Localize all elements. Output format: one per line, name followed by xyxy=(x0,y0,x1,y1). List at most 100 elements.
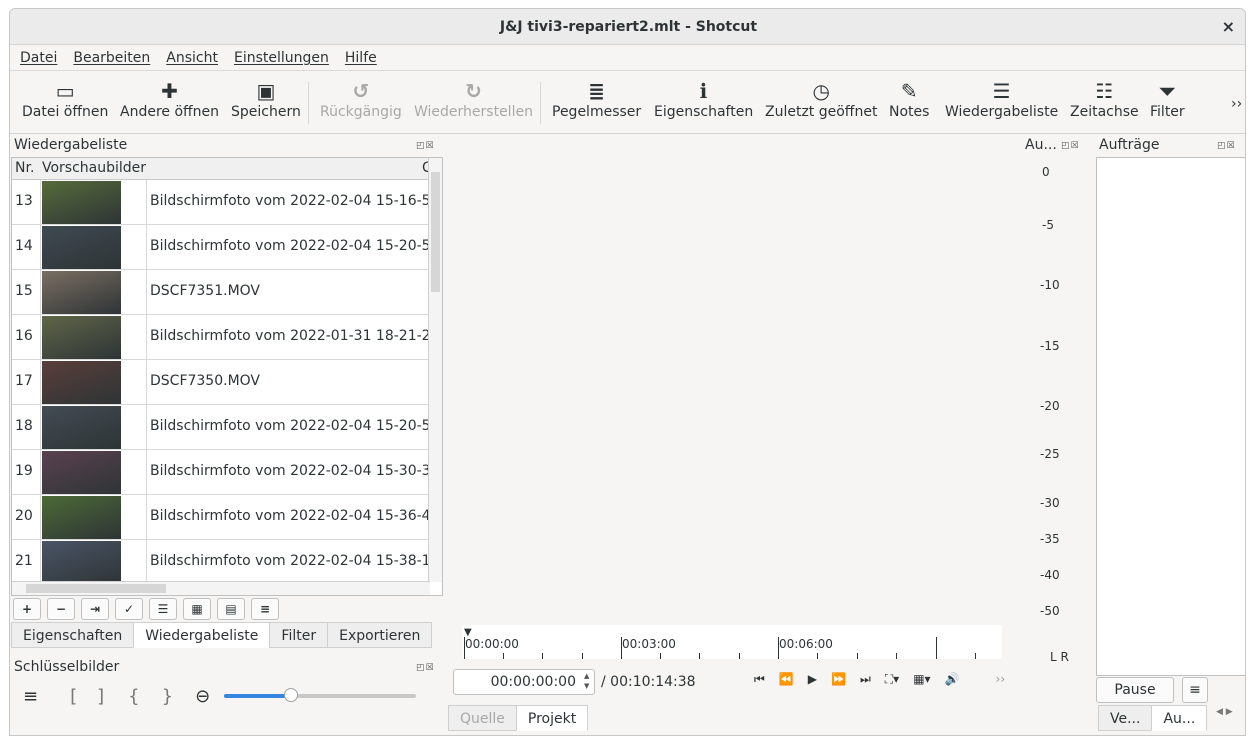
undo-button[interactable]: ↺ Rückgängig xyxy=(320,78,402,120)
transport-overflow-icon[interactable]: ›› xyxy=(996,672,1006,687)
tiles-view-icon[interactable]: ▦ xyxy=(183,598,211,620)
timecode-input[interactable]: 00:00:00:00 xyxy=(453,669,595,695)
tab-wiedergabeliste[interactable]: Wiedergabeliste xyxy=(133,622,270,648)
pause-button[interactable]: Pause xyxy=(1096,677,1174,703)
tab-exportieren[interactable]: Exportieren xyxy=(327,622,433,648)
column-divider xyxy=(40,315,41,360)
column-nr[interactable]: Nr. xyxy=(15,160,34,176)
properties-button[interactable]: ℹ Eigenschaften xyxy=(654,78,753,120)
menu-icon[interactable]: ≡ xyxy=(23,686,38,707)
rewind-icon[interactable]: ⏪ xyxy=(779,672,794,687)
check-icon[interactable]: ✓ xyxy=(115,598,143,620)
thumbnail xyxy=(42,226,121,269)
menu-datei[interactable]: Datei xyxy=(20,50,57,66)
thumbnail xyxy=(42,541,121,584)
table-row[interactable]: 19 Bildschirmfoto vom 2022-02-04 15-30-30 xyxy=(12,450,430,495)
menu-bearbeiten[interactable]: Bearbeiten xyxy=(73,50,150,66)
filter-button[interactable]: ⏷ Filter xyxy=(1150,78,1185,120)
playlist-button[interactable]: ☰ Wiedergabeliste xyxy=(945,78,1058,120)
zoom-slider-handle[interactable] xyxy=(284,688,299,702)
column-thumbnails[interactable]: Vorschaubilder xyxy=(42,160,146,176)
play-icon[interactable]: ▶ xyxy=(808,672,817,687)
scroll-thumb[interactable] xyxy=(431,172,440,292)
recent-label: Zuletzt geöffnet xyxy=(765,104,878,120)
dock-float-close-icon[interactable]: ◰☒ xyxy=(1217,141,1236,151)
keyframe-right-icon[interactable]: } xyxy=(162,686,173,707)
dock-float-close-icon[interactable]: ◰☒ xyxy=(416,141,435,151)
timeline-button[interactable]: ☷ Zeitachse xyxy=(1070,78,1139,120)
close-icon[interactable]: × xyxy=(1222,17,1235,36)
set-out-icon[interactable]: ] xyxy=(97,686,104,707)
timeline-ruler[interactable]: ▼ 00:00:00 00:03:00 00:06:00 xyxy=(462,625,1002,659)
column-divider xyxy=(146,495,147,540)
table-row[interactable]: 13 Bildschirmfoto vom 2022-02-04 15-16-53 xyxy=(12,180,430,225)
clock-icon: ◷ xyxy=(812,79,830,103)
dock-float-close-icon[interactable]: ◰☒ xyxy=(416,663,435,673)
save-label: Speichern xyxy=(231,104,301,120)
add-icon[interactable]: + xyxy=(13,598,41,620)
volume-icon[interactable]: 🔊 xyxy=(945,672,960,687)
minor-tick xyxy=(503,653,504,659)
tab-scroll-arrows-icon[interactable]: ◀ ▶ xyxy=(1216,707,1233,717)
recent-button[interactable]: ◷ Zuletzt geöffnet xyxy=(765,78,877,120)
icons-view-icon[interactable]: ▤ xyxy=(217,598,245,620)
zoom-fit-icon[interactable]: ⛶▾ xyxy=(885,672,899,687)
open-other-button[interactable]: ✚ Andere öffnen xyxy=(120,78,219,120)
row-number: 13 xyxy=(15,193,33,209)
horizontal-scrollbar[interactable] xyxy=(12,581,430,595)
keyframe-left-icon[interactable]: { xyxy=(128,686,139,707)
redo-button[interactable]: ↻ Wiederherstellen xyxy=(414,78,533,120)
open-file-button[interactable]: ▭ Datei öffnen xyxy=(22,78,108,120)
spin-arrows-icon[interactable]: ▲ ▼ xyxy=(584,671,589,691)
table-row[interactable]: 17 DSCF7350.MOV xyxy=(12,360,430,405)
table-row[interactable]: 15 DSCF7351.MOV xyxy=(12,270,430,315)
open-file-label: Datei öffnen xyxy=(22,104,109,120)
scroll-thumb[interactable] xyxy=(26,584,166,593)
menu-ansicht[interactable]: Ansicht xyxy=(166,50,218,66)
scale-label: -40 xyxy=(1040,568,1060,582)
menu-icon[interactable]: ≡ xyxy=(251,598,279,620)
update-icon[interactable]: ⇥ xyxy=(81,598,109,620)
column-divider xyxy=(146,180,147,225)
column-divider xyxy=(146,315,147,360)
table-row[interactable]: 14 Bildschirmfoto vom 2022-02-04 15-20-58 xyxy=(12,225,430,270)
toolbar-overflow-button[interactable]: ›› xyxy=(1231,96,1242,112)
table-row[interactable]: 21 Bildschirmfoto vom 2022-02-04 15-38-14 xyxy=(12,540,430,585)
menu-einstellungen[interactable]: Einstellungen xyxy=(234,50,329,66)
skip-next-icon[interactable]: ⏭ xyxy=(860,672,871,687)
clip-name: Bildschirmfoto vom 2022-02-04 15-20-58 xyxy=(150,238,430,254)
meter-button[interactable]: ≣ Pegelmesser xyxy=(552,78,641,120)
skip-previous-icon[interactable]: ⏮ xyxy=(754,672,765,687)
meter-label: Pegelmesser xyxy=(552,104,642,120)
zoom-out-icon[interactable]: ⊖ xyxy=(195,686,210,707)
menu-hilfe[interactable]: Hilfe xyxy=(345,50,377,66)
clip-name: Bildschirmfoto vom 2022-02-04 15-16-53 xyxy=(150,193,430,209)
playlist-header: Nr. Vorschaubilder C xyxy=(12,158,432,180)
vertical-scrollbar[interactable] xyxy=(428,158,442,582)
minor-tick xyxy=(739,653,740,659)
set-in-icon[interactable]: [ xyxy=(70,686,77,707)
save-button[interactable]: ▣ Speichern xyxy=(231,78,301,120)
undo-label: Rückgängig xyxy=(320,104,402,120)
table-row[interactable]: 18 Bildschirmfoto vom 2022-02-04 15-20-58 xyxy=(12,405,430,450)
jobs-menu-icon[interactable]: ≡ xyxy=(1182,677,1208,703)
zoom-slider[interactable] xyxy=(224,688,417,702)
tab-filter[interactable]: Filter xyxy=(269,622,328,648)
table-row[interactable]: 16 Bildschirmfoto vom 2022-01-31 18-21-25… xyxy=(12,315,430,360)
details-view-icon[interactable]: ☰ xyxy=(149,598,177,620)
grid-icon[interactable]: ▦▾ xyxy=(913,672,930,687)
ruler-label: 00:06:00 xyxy=(779,637,833,651)
tab-projekt[interactable]: Projekt xyxy=(515,705,589,731)
tab-au[interactable]: Au... xyxy=(1151,705,1208,731)
fast-forward-icon[interactable]: ⏩ xyxy=(831,672,846,687)
tab-eigenschaften[interactable]: Eigenschaften xyxy=(11,622,134,648)
column-divider xyxy=(40,270,41,315)
tab-ve[interactable]: Ve... xyxy=(1098,705,1152,731)
tab-quelle[interactable]: Quelle xyxy=(448,705,516,731)
table-row[interactable]: 20 Bildschirmfoto vom 2022-02-04 15-36-44 xyxy=(12,495,430,540)
scale-label: -35 xyxy=(1040,532,1060,546)
remove-icon[interactable]: − xyxy=(47,598,75,620)
notes-button[interactable]: ✎ Notes xyxy=(889,78,929,120)
column-divider xyxy=(40,360,41,405)
column-divider xyxy=(146,360,147,405)
